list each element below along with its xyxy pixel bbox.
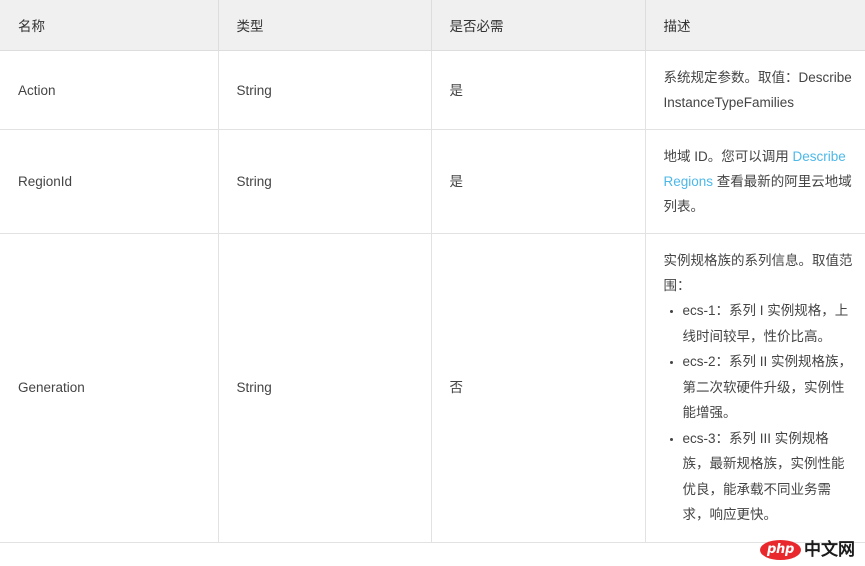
- api-parameters-table: 名称 类型 是否必需 描述 Action String 是 系统规定参数。取值：…: [0, 0, 865, 543]
- cell-parameter-name: Action: [0, 50, 219, 130]
- cell-parameter-type: String: [218, 129, 432, 234]
- table-row: Action String 是 系统规定参数。取值：DescribeInstan…: [0, 50, 865, 130]
- description-text: 系统规定参数。取值：DescribeInstanceTypeFamilies: [663, 70, 852, 110]
- list-item: ecs-1：系列 I 实例规格，上线时间较早，性价比高。: [683, 298, 854, 349]
- description-text: 实例规格族的系列信息。取值范围：: [663, 253, 853, 293]
- description-value-list: ecs-1：系列 I 实例规格，上线时间较早，性价比高。 ecs-2：系列 II…: [664, 298, 854, 528]
- watermark-site-name: 中文网: [804, 539, 855, 560]
- php-badge-icon: php: [760, 540, 801, 560]
- table-row: Generation String 否 实例规格族的系列信息。取值范围： ecs…: [0, 233, 865, 543]
- column-header-description: 描述: [645, 0, 865, 51]
- column-header-type: 类型: [218, 0, 432, 51]
- cell-parameter-type: String: [218, 233, 432, 543]
- cell-parameter-description: 实例规格族的系列信息。取值范围： ecs-1：系列 I 实例规格，上线时间较早，…: [645, 233, 865, 543]
- table-header: 名称 类型 是否必需 描述: [0, 0, 865, 51]
- cell-parameter-type: String: [218, 50, 432, 130]
- list-item: ecs-2：系列 II 实例规格族，第二次软硬件升级，实例性能增强。: [683, 349, 854, 426]
- cell-parameter-description: 系统规定参数。取值：DescribeInstanceTypeFamilies: [645, 50, 865, 130]
- list-item: ecs-3：系列 III 实例规格族，最新规格族，实例性能优良，能承载不同业务需…: [683, 426, 854, 528]
- description-text-before-link: 地域 ID。您可以调用: [663, 149, 793, 164]
- table-header-row: 名称 类型 是否必需 描述: [0, 0, 865, 51]
- cell-parameter-required: 是: [431, 129, 646, 234]
- column-header-required: 是否必需: [431, 0, 646, 51]
- watermark-logo: php 中文网: [760, 540, 855, 560]
- column-header-name: 名称: [0, 0, 219, 51]
- cell-parameter-required: 否: [431, 233, 646, 543]
- table-row: RegionId String 是 地域 ID。您可以调用 DescribeRe…: [0, 129, 865, 234]
- cell-parameter-name: Generation: [0, 233, 219, 543]
- cell-parameter-required: 是: [431, 50, 646, 130]
- table-body: Action String 是 系统规定参数。取值：DescribeInstan…: [0, 50, 865, 543]
- cell-parameter-name: RegionId: [0, 129, 219, 234]
- description-text: 地域 ID。您可以调用 DescribeRegions 查看最新的阿里云地域列表…: [664, 144, 854, 219]
- cell-parameter-description: 地域 ID。您可以调用 DescribeRegions 查看最新的阿里云地域列表…: [645, 129, 865, 234]
